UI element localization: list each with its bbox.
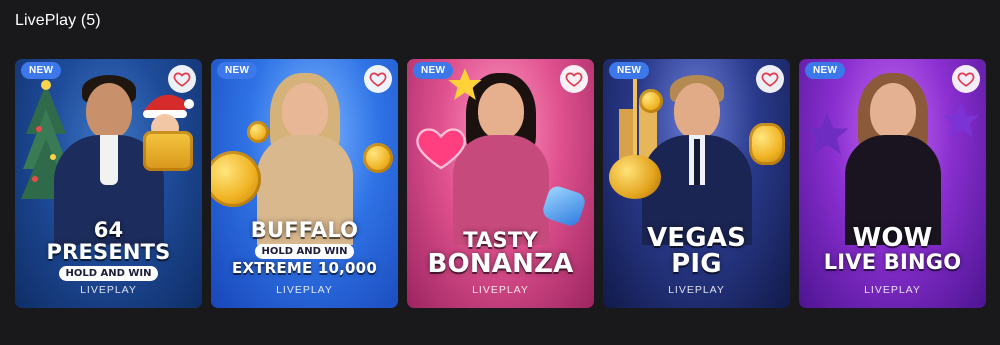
section-title: LivePlay (5): [15, 12, 101, 29]
provider-label: LIVEPLAY: [864, 284, 921, 296]
title-line: EXTREME 10,000: [232, 259, 377, 277]
favorite-button[interactable]: [560, 65, 588, 93]
title-line: 64: [93, 218, 124, 242]
title-line: PRESENTS: [46, 240, 171, 264]
heart-icon: [761, 72, 779, 87]
title-pill: HOLD AND WIN: [255, 244, 354, 259]
heart-icon: [369, 72, 387, 87]
game-title: WOW LIVE BINGO: [799, 225, 986, 273]
favorite-button[interactable]: [756, 65, 784, 93]
favorite-button[interactable]: [952, 65, 980, 93]
host-image: [250, 73, 360, 245]
provider-label: LIVEPLAY: [276, 284, 333, 296]
title-line: VEGAS: [646, 223, 747, 253]
game-card-64-presents[interactable]: NEW 64 PRESENTS HOLD AND WIN LIVEPLAY: [15, 59, 202, 308]
game-title: TASTY BONANZA: [407, 229, 594, 277]
game-title: 64 PRESENTS HOLD AND WIN: [15, 219, 202, 281]
new-badge: NEW: [805, 62, 846, 79]
game-card-row: NEW 64 PRESENTS HOLD AND WIN LIVEPLAY NE…: [15, 59, 986, 308]
provider-label: LIVEPLAY: [80, 284, 137, 296]
title-line: WOW: [852, 223, 933, 253]
candy-heart-icon: [416, 128, 466, 170]
game-card-tasty-bonanza[interactable]: NEW TASTY BONANZA LIVEPLAY: [407, 59, 594, 308]
piggy-bank-icon: [609, 155, 661, 199]
game-title: BUFFALO HOLD AND WIN EXTREME 10,000: [211, 219, 398, 278]
favorite-button[interactable]: [168, 65, 196, 93]
game-title: VEGAS PIG: [603, 225, 790, 277]
title-line: TASTY: [463, 228, 538, 252]
coin-icon: [749, 123, 785, 165]
game-card-vegas-pig[interactable]: NEW VEGAS PIG LIVEPLAY: [603, 59, 790, 308]
liveplay-section: LivePlay (5) NEW 64 PRESENTS HOLD AND WI…: [0, 0, 1000, 345]
host-image: [838, 73, 948, 245]
favorite-button[interactable]: [364, 65, 392, 93]
heart-icon: [957, 72, 975, 87]
heart-icon: [565, 72, 583, 87]
new-badge: NEW: [217, 62, 258, 79]
new-badge: NEW: [609, 62, 650, 79]
coin-icon: [363, 143, 393, 173]
provider-label: LIVEPLAY: [472, 284, 529, 296]
title-pill: HOLD AND WIN: [59, 266, 158, 281]
title-line: PIG: [671, 249, 722, 279]
title-line: BONANZA: [427, 249, 574, 279]
heart-icon: [173, 72, 191, 87]
game-card-buffalo[interactable]: NEW BUFFALO HOLD AND WIN EXTREME 10,000 …: [211, 59, 398, 308]
title-line: BUFFALO: [250, 218, 359, 242]
provider-label: LIVEPLAY: [668, 284, 725, 296]
title-line: LIVE BINGO: [823, 250, 962, 274]
new-badge: NEW: [413, 62, 454, 79]
coin-icon: [639, 89, 663, 113]
game-card-wow-live-bingo[interactable]: NEW WOW LIVE BINGO LIVEPLAY: [799, 59, 986, 308]
new-badge: NEW: [21, 62, 62, 79]
coin-icon: [247, 121, 269, 143]
